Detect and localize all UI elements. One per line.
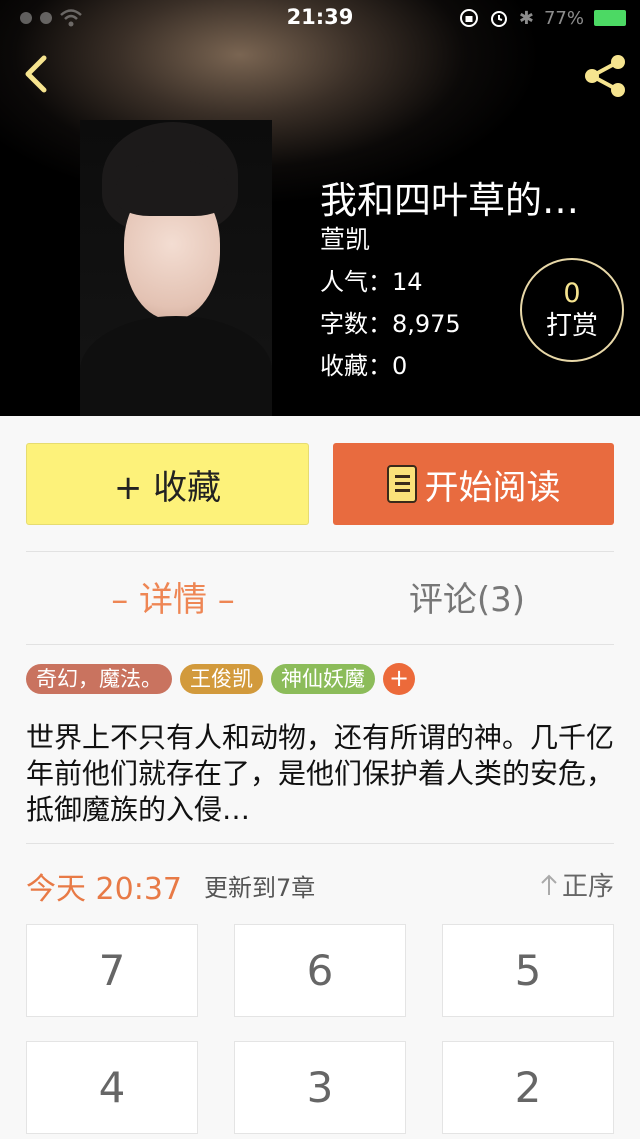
start-reading-button[interactable]: 开始阅读 — [333, 443, 614, 525]
battery-icon — [594, 10, 626, 26]
tag-item[interactable]: 王俊凯 — [180, 664, 263, 694]
chapter-cell[interactable]: 5 — [442, 924, 614, 1017]
collect-button[interactable]: + 收藏 — [26, 443, 309, 525]
book-author[interactable]: 萱凯 — [320, 220, 370, 256]
chapter-cell[interactable]: 2 — [442, 1041, 614, 1134]
tag-list: 奇幻，魔法。 王俊凯 神仙妖魔 + — [26, 663, 415, 695]
share-icon — [585, 55, 625, 97]
add-tag-button[interactable]: + — [383, 663, 415, 695]
chapter-cell[interactable]: 7 — [26, 924, 198, 1017]
arrow-up-icon — [541, 874, 557, 895]
start-reading-label: 开始阅读 — [424, 467, 561, 508]
word-count-stat: 字数：8,975 — [320, 310, 461, 338]
back-button[interactable] — [14, 50, 58, 98]
tip-count: 0 — [563, 278, 581, 309]
divider — [26, 644, 614, 645]
favorites-stat: 收藏：0 — [320, 352, 408, 380]
tag-item[interactable]: 奇幻，魔法。 — [26, 664, 172, 694]
book-icon — [386, 465, 417, 503]
alarm-icon — [490, 11, 507, 27]
divider — [26, 551, 614, 552]
chevron-left-icon — [25, 55, 47, 93]
status-icons: ✱ 77% — [459, 6, 626, 30]
book-title: 我和四叶草的… — [320, 179, 579, 222]
divider — [26, 843, 614, 844]
tag-item[interactable]: 神仙妖魔 — [271, 664, 375, 694]
tip-label: 打赏 — [545, 311, 598, 341]
status-bar: 21:39 ✱ 77% — [0, 0, 640, 36]
cover-body — [80, 316, 272, 416]
popularity-stat: 人气：14 — [320, 268, 423, 296]
tab-comments[interactable]: 评论(3) — [320, 570, 614, 630]
chapter-cell[interactable]: 4 — [26, 1041, 198, 1134]
book-cover-image — [80, 120, 272, 416]
update-time: 今天 20:37 — [26, 872, 182, 907]
tab-detail[interactable]: – 详情 – — [26, 570, 320, 630]
bluetooth-icon: ✱ — [518, 7, 534, 29]
book-synopsis[interactable]: 世界上不只有人和动物，还有所谓的神。几千亿年前他们就存在了，是他们保护着人类的安… — [26, 720, 616, 828]
battery-text: 77% — [543, 7, 584, 29]
sort-order-toggle[interactable]: 正序 — [540, 866, 614, 903]
collect-label: + 收藏 — [113, 467, 222, 508]
chapter-cell[interactable]: 6 — [234, 924, 406, 1017]
tip-button[interactable]: 0 打赏 — [520, 258, 624, 362]
orientation-lock-icon — [459, 9, 478, 27]
chapter-cell[interactable]: 3 — [234, 1041, 406, 1134]
book-header: 21:39 ✱ 77% 我和四叶草的… 萱凯 人气：14 字数：8,975 收藏… — [0, 0, 640, 416]
cover-fringe — [116, 160, 228, 216]
share-button[interactable] — [580, 50, 632, 102]
update-text: 更新到7章 — [204, 874, 316, 902]
sort-order-label: 正序 — [561, 872, 614, 902]
